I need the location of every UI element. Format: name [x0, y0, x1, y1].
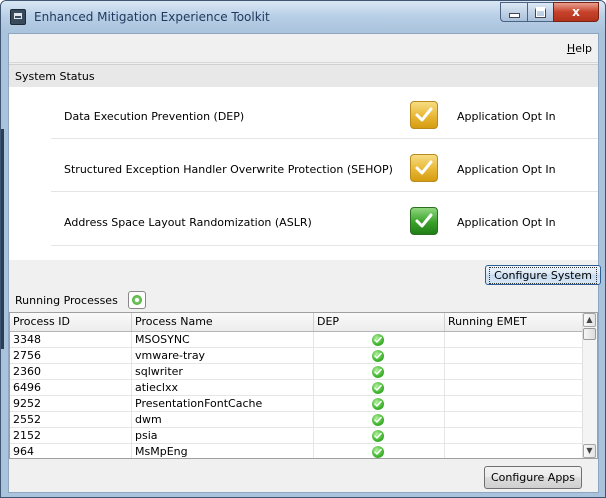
cell-dep — [314, 412, 445, 428]
cell-process-name: MSOSYNC — [132, 332, 314, 348]
system-status-panel: Data Execution Prevention (DEP) Applicat… — [9, 87, 598, 260]
running-processes-title: Running Processes — [15, 294, 118, 307]
window-title: Enhanced Mitigation Experience Toolkit — [34, 10, 270, 24]
dep-check-icon — [372, 366, 384, 378]
cell-process-name: vmware-tray — [132, 348, 314, 364]
running-processes-header: Running Processes — [9, 290, 598, 310]
status-row-sehop: Structured Exception Handler Overwrite P… — [9, 149, 598, 191]
cell-process-name: dwm — [132, 412, 314, 428]
cell-running-emet — [445, 412, 585, 428]
title-bar[interactable]: Enhanced Mitigation Experience Toolkit x — [1, 1, 605, 33]
cell-dep — [314, 428, 445, 444]
close-icon: x — [572, 5, 580, 19]
cell-running-emet — [445, 348, 585, 364]
cell-dep — [314, 364, 445, 380]
emet-window: Enhanced Mitigation Experience Toolkit x… — [0, 0, 606, 498]
client-area: Help System Status Data Execution Preven… — [8, 33, 601, 493]
cell-dep — [314, 444, 445, 458]
maximize-button[interactable] — [527, 2, 553, 22]
table-row[interactable]: 2552 dwm — [10, 412, 585, 428]
status-label: Data Execution Prevention (DEP) — [64, 110, 245, 123]
system-status-title: System Status — [15, 70, 95, 83]
cell-process-id: 964 — [10, 444, 132, 458]
configure-system-button[interactable]: Configure System — [485, 265, 601, 285]
dep-check-icon — [372, 398, 384, 410]
table-row[interactable]: 6496 atieclxx — [10, 380, 585, 396]
maximize-icon — [535, 6, 546, 18]
column-header-process-id[interactable]: Process ID — [10, 313, 132, 331]
window-left-shadow — [1, 129, 4, 349]
scroll-down-icon[interactable]: ▼ — [583, 444, 596, 458]
column-header-process-name[interactable]: Process Name — [132, 313, 314, 331]
help-label: elp — [575, 42, 592, 55]
cell-process-id: 2552 — [10, 412, 132, 428]
refresh-icon[interactable] — [128, 291, 146, 309]
cell-dep — [314, 348, 445, 364]
checkmark-icon — [410, 207, 438, 235]
status-label: Structured Exception Handler Overwrite P… — [64, 163, 393, 176]
divider — [51, 245, 598, 246]
process-table[interactable]: Process ID Process Name DEP Running EMET… — [9, 312, 598, 459]
dep-check-icon — [372, 382, 384, 394]
cell-process-id: 9252 — [10, 396, 132, 412]
divider — [51, 138, 598, 139]
minimize-icon — [508, 12, 520, 18]
table-row[interactable]: 2360 sqlwriter — [10, 364, 585, 380]
cell-dep — [314, 332, 445, 348]
dep-check-icon — [372, 350, 384, 362]
status-value: Application Opt In — [457, 216, 556, 229]
configure-apps-button[interactable]: Configure Apps — [484, 466, 582, 489]
status-value: Application Opt In — [457, 110, 556, 123]
cell-running-emet — [445, 444, 585, 458]
cell-process-id: 2756 — [10, 348, 132, 364]
table-header: Process ID Process Name DEP Running EMET — [10, 313, 585, 332]
column-header-dep[interactable]: DEP — [314, 313, 445, 331]
status-value: Application Opt In — [457, 163, 556, 176]
dep-check-icon — [372, 446, 384, 458]
cell-running-emet — [445, 428, 585, 444]
cell-process-name: psia — [132, 428, 314, 444]
cell-process-id: 2152 — [10, 428, 132, 444]
cell-process-id: 3348 — [10, 332, 132, 348]
dep-check-icon — [372, 334, 384, 346]
status-row-dep: Data Execution Prevention (DEP) Applicat… — [9, 96, 598, 138]
cell-process-name: atieclxx — [132, 380, 314, 396]
table-row[interactable]: 9252 PresentationFontCache — [10, 396, 585, 412]
dep-check-icon — [372, 414, 384, 426]
checkmark-icon — [410, 101, 438, 129]
cell-process-id: 2360 — [10, 364, 132, 380]
table-row[interactable]: 964 MsMpEng — [10, 444, 585, 458]
cell-running-emet — [445, 332, 585, 348]
divider — [51, 191, 598, 192]
cell-dep — [314, 396, 445, 412]
scroll-thumb[interactable] — [583, 328, 596, 340]
configure-system-label: Configure System — [489, 266, 597, 284]
table-row[interactable]: 3348 MSOSYNC — [10, 332, 585, 348]
cell-process-name: PresentationFontCache — [132, 396, 314, 412]
cell-process-name: sqlwriter — [132, 364, 314, 380]
minimize-button[interactable] — [500, 2, 527, 22]
menu-bar: Help — [9, 34, 598, 63]
status-label: Address Space Layout Randomization (ASLR… — [64, 216, 312, 229]
table-row[interactable]: 2152 psia — [10, 428, 585, 444]
column-header-running-emet[interactable]: Running EMET — [445, 313, 585, 331]
app-icon[interactable] — [10, 9, 26, 25]
vertical-scrollbar[interactable]: ▲ ▼ — [582, 313, 597, 458]
cell-running-emet — [445, 364, 585, 380]
help-mnemonic: H — [566, 42, 576, 55]
checkmark-icon — [410, 154, 438, 182]
cell-process-id: 6496 — [10, 380, 132, 396]
cell-running-emet — [445, 396, 585, 412]
dep-check-icon — [372, 430, 384, 442]
cell-process-name: MsMpEng — [132, 444, 314, 458]
window-controls: x — [500, 2, 599, 22]
status-row-aslr: Address Space Layout Randomization (ASLR… — [9, 202, 598, 244]
system-status-header: System Status — [9, 64, 598, 88]
scroll-up-icon[interactable]: ▲ — [583, 313, 596, 327]
close-button[interactable]: x — [553, 2, 599, 22]
table-row[interactable]: 2756 vmware-tray — [10, 348, 585, 364]
cell-dep — [314, 380, 445, 396]
cell-running-emet — [445, 380, 585, 396]
menu-help[interactable]: Help — [567, 42, 592, 55]
